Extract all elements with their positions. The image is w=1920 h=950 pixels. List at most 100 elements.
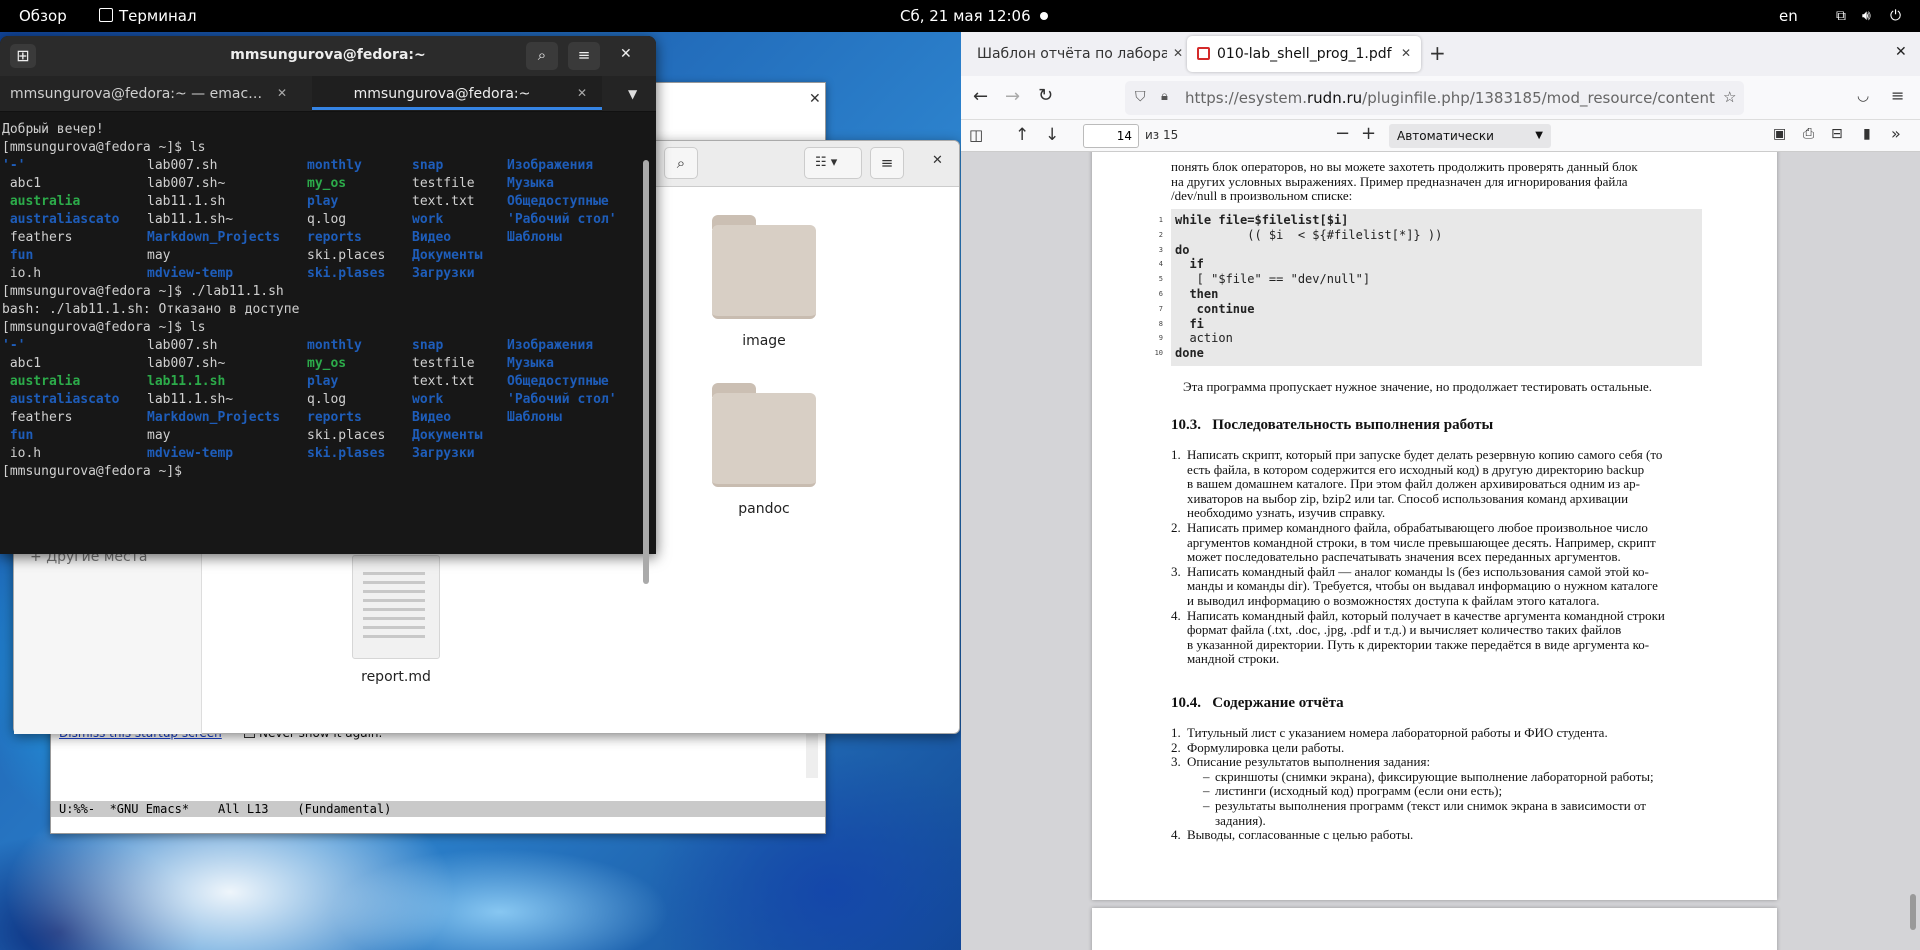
pdf-page: понять блок операторов, но вы можете зах… (1092, 152, 1777, 900)
zoom-select[interactable]: Автоматически ▼ (1389, 124, 1551, 148)
pdf-text-line: Титульный лист с указанием номера лабора… (1187, 725, 1608, 740)
sidebar-toggle-icon[interactable]: ◫ (969, 126, 983, 144)
terminal-tab-2[interactable]: mmsungurova@fedora:~ ✕ (312, 76, 602, 111)
files-close-icon[interactable]: ✕ (932, 153, 943, 168)
more-tools-icon[interactable]: » (1891, 124, 1901, 143)
terminal-close-icon[interactable]: ✕ (620, 46, 632, 62)
ls-entry: Шаблоны (507, 410, 562, 425)
files-search-icon[interactable]: ⌕ (664, 147, 698, 179)
ls-entry: australiascato (2, 212, 120, 227)
ls-entry: lab11.1.sh (147, 194, 226, 209)
list-number: 4. (1171, 827, 1181, 843)
tab-close-icon[interactable]: ✕ (277, 86, 287, 100)
emacs-close-icon[interactable]: ✕ (809, 91, 821, 107)
pdf-viewer[interactable]: понять блок операторов, но вы можете зах… (961, 152, 1920, 950)
terminal-scrollbar[interactable] (643, 160, 649, 584)
folder-pandoc[interactable] (712, 383, 816, 487)
clock[interactable]: Сб, 21 мая 12:06 (900, 7, 1031, 25)
list-number: 2. (1171, 739, 1181, 755)
code-line: then (1175, 287, 1219, 301)
language-indicator[interactable]: en (1779, 7, 1798, 25)
save-icon[interactable]: ⊟ (1831, 126, 1843, 142)
new-tab-plus-icon[interactable]: + (1429, 41, 1446, 65)
document-file-icon[interactable] (352, 555, 440, 659)
terminal-line: feathers Markdown_Projects reports Видео Шаб… (0, 409, 640, 427)
terminal-window[interactable]: ⊞ mmsungurova@fedora:~ ⌕ ≡ ✕ mmsungurova… (0, 36, 656, 584)
pdf-text-line: Написать скрипт, который при запуске буд… (1187, 447, 1663, 462)
ls-entry: reports (307, 230, 362, 245)
pdf-text-line: есть файла, в котором содержится его исх… (1187, 461, 1645, 477)
ls-entry: snap (412, 338, 444, 353)
ls-entry: play (307, 194, 339, 209)
pocket-icon[interactable]: ◡ (1857, 88, 1869, 104)
code-line: if (1175, 257, 1204, 272)
tabs-dropdown-icon[interactable]: ▼ (628, 87, 637, 101)
code-line-number: 4 (1158, 260, 1163, 269)
pdf-bookmark-icon[interactable]: ▮ (1863, 126, 1871, 142)
folder-image[interactable] (712, 215, 816, 319)
zoom-in-icon[interactable]: + (1361, 123, 1376, 144)
next-page-icon[interactable]: ↓ (1045, 125, 1059, 145)
tab-close-icon[interactable]: ✕ (577, 86, 587, 100)
zoom-out-icon[interactable]: − (1335, 123, 1350, 144)
files-menu-icon[interactable]: ≡ (870, 147, 904, 179)
tab-close-icon[interactable]: ✕ (1401, 46, 1411, 60)
ls-entry: fun (2, 428, 34, 443)
ls-entry: monthly (307, 338, 362, 353)
terminal-line: [mmsungurova@fedora ~]$ ls (0, 319, 640, 337)
ls-entry: io.h (2, 446, 42, 461)
page-number-input[interactable] (1083, 124, 1139, 148)
pdf-text-line: в указанной директории. Путь к директори… (1187, 636, 1650, 652)
firefox-menu-icon[interactable]: ≡ (1891, 86, 1904, 105)
volume-icon[interactable]: 🔊︎ (1862, 7, 1871, 25)
ls-entry: Markdown_Projects (147, 410, 281, 425)
pdf-toolbar: ◫ ↑ ↓ из 15 − + Автоматически▼ ▣ ⎙ ⊟ ▮ » (961, 120, 1920, 152)
activities-button[interactable]: Обзор (19, 7, 67, 25)
view-toggle-icon[interactable]: ☷ ▾ (804, 147, 862, 179)
window-close-icon[interactable]: ✕ (1895, 44, 1907, 60)
pdf-text-line: Формулировка цели работы. (1187, 739, 1345, 755)
code-line: while file=$filelist[$i] (1175, 213, 1349, 227)
lock-icon[interactable]: 🔒︎ (1161, 89, 1168, 104)
ls-entry: play (307, 374, 339, 389)
power-icon[interactable]: ⏻ (1890, 7, 1901, 25)
ls-entry: io.h (2, 266, 42, 281)
terminal-search-icon[interactable]: ⌕ (526, 42, 558, 70)
forward-icon[interactable]: → (1005, 86, 1020, 107)
shield-icon[interactable]: ⛉ (1135, 89, 1146, 105)
pdf-text-line: листинги (исходный код) программ (если о… (1215, 783, 1503, 799)
ls-entry: fun (2, 248, 34, 263)
ls-entry: text.txt (412, 194, 475, 209)
code-line-number: 3 (1158, 245, 1163, 254)
presentation-icon[interactable]: ▣ (1773, 126, 1786, 142)
print-icon[interactable]: ⎙ (1803, 126, 1814, 142)
ls-entry: q.log (307, 212, 347, 227)
tab-close-icon[interactable]: ✕ (1173, 46, 1183, 60)
page-total: из 15 (1145, 128, 1179, 142)
pdf-text-line: Написать командный файл, который получае… (1187, 607, 1665, 623)
terminal-menu-icon[interactable]: ≡ (568, 42, 600, 70)
terminal-line: feathers Markdown_Projects reports Видео Шаб… (0, 229, 640, 247)
pdf-text-line: результаты выполнения программ (текст ил… (1215, 798, 1646, 813)
app-menu[interactable]: Терминал (119, 7, 197, 25)
back-icon[interactable]: ← (973, 86, 988, 107)
ls-entry: mdview-temp (147, 266, 234, 281)
code-line-number: 9 (1158, 334, 1163, 343)
ls-entry: '-' (2, 338, 26, 353)
network-icon[interactable]: ⧉ (1836, 7, 1846, 25)
url-bar[interactable]: ⛉ 🔒︎ https://esystem.rudn.ru/pluginfile.… (1125, 81, 1744, 115)
terminal-output[interactable]: Добрый вечер! [mmsungurova@fedora ~]$ ls '… (0, 121, 640, 551)
pdf-scrollbar[interactable] (1910, 894, 1916, 930)
ls-entry: may (147, 248, 171, 263)
reload-icon[interactable]: ↻ (1038, 85, 1053, 106)
ls-entry: ski.plases (307, 266, 386, 281)
prev-page-icon[interactable]: ↑ (1015, 125, 1029, 145)
terminal-tab-1[interactable]: mmsungurova@fedora:~ — emac… ✕ (0, 76, 310, 111)
top-bar: Обзор Терминал Сб, 21 мая 12:06 en ⧉ 🔊︎ … (0, 0, 1920, 32)
firefox-window[interactable]: Шаблон отчёта по лаборато ✕ 010-lab_shel… (961, 32, 1920, 950)
browser-tab-1[interactable]: Шаблон отчёта по лаборато ✕ (969, 36, 1193, 72)
browser-tab-2[interactable]: 010-lab_shell_prog_1.pdf ✕ (1187, 36, 1421, 72)
ls-entry: Документы (412, 428, 483, 443)
pdf-text-line: мандной строки. (1187, 651, 1280, 667)
bookmark-star-icon[interactable]: ☆ (1723, 88, 1736, 106)
